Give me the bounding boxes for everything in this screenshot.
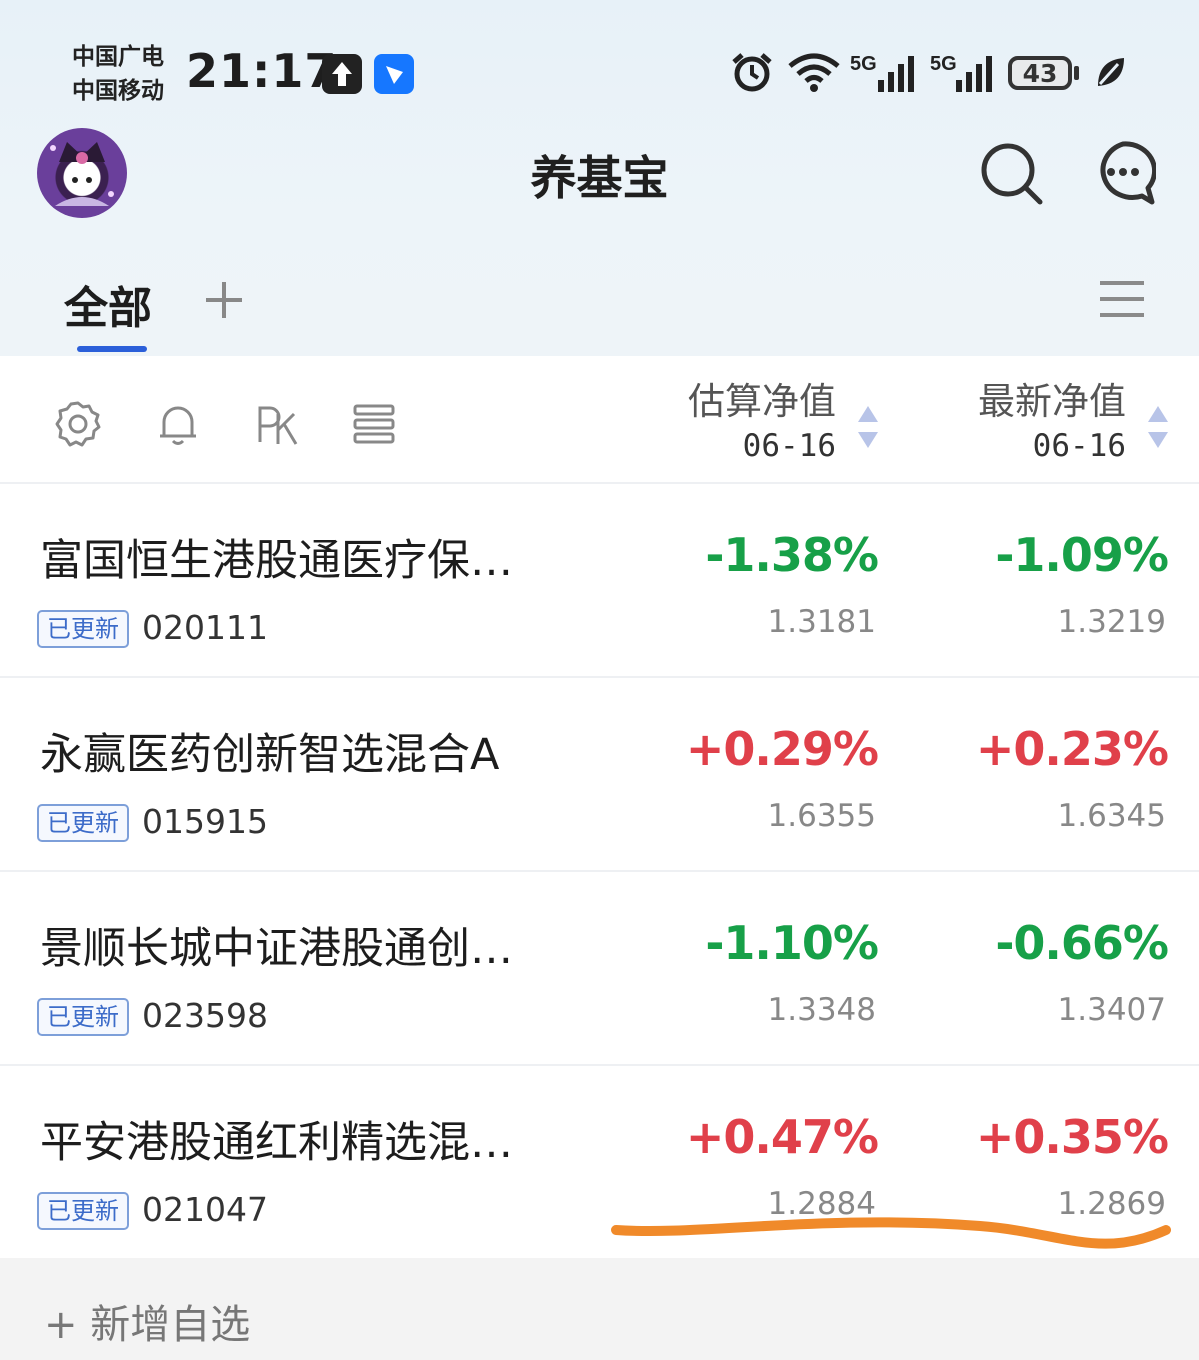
- fund-name: 永赢医药创新智选混合A: [40, 730, 500, 780]
- col-estimated-date: 06-16: [742, 428, 836, 464]
- col-latest-date: 06-16: [1032, 428, 1126, 464]
- fund-row[interactable]: 景顺长城中证港股通创… 已更新 023598 -1.10% 1.3348 -0.…: [0, 872, 1199, 1066]
- latest-nav: 1.2869: [1057, 1186, 1166, 1222]
- latest-change: -1.09%: [995, 528, 1169, 582]
- updated-badge: 已更新: [37, 804, 129, 842]
- net-label-2: 5G: [930, 53, 957, 75]
- message-icon[interactable]: [1090, 140, 1156, 206]
- fund-row[interactable]: 平安港股通红利精选混… 已更新 021047 +0.47% 1.2884 +0.…: [0, 1066, 1199, 1258]
- alipay-icon: [374, 54, 414, 94]
- tab-active-indicator: [77, 346, 147, 352]
- signal-icon-2: 5G: [930, 53, 992, 92]
- leaf-icon: [1098, 58, 1124, 86]
- upload-icon: [322, 54, 362, 94]
- fund-name: 平安港股通红利精选混…: [40, 1118, 513, 1168]
- settings-icon[interactable]: [54, 400, 102, 448]
- latest-nav: 1.6345: [1057, 798, 1166, 834]
- plus-icon[interactable]: [204, 280, 244, 320]
- carrier-line2: 中国移动: [72, 78, 164, 104]
- fund-code: 023598: [142, 996, 268, 1035]
- updated-badge: 已更新: [37, 610, 129, 648]
- tab-all[interactable]: 全部: [64, 272, 152, 336]
- latest-change: -0.66%: [995, 916, 1169, 970]
- col-latest-title: 最新净值: [978, 380, 1126, 423]
- sort-arrows-icon[interactable]: [1147, 404, 1169, 450]
- estimated-change: +0.47%: [685, 1110, 879, 1164]
- sort-arrows-icon[interactable]: [857, 404, 879, 450]
- add-watchlist-button[interactable]: + 新增自选: [44, 1292, 250, 1350]
- estimated-nav: 1.6355: [767, 798, 876, 834]
- fund-code: 021047: [142, 1190, 268, 1229]
- col-estimated-title: 估算净值: [688, 380, 836, 423]
- carrier-line1: 中国广电: [72, 44, 164, 70]
- column-header-latest[interactable]: 最新净值 06-16: [890, 378, 1126, 466]
- latest-nav: 1.3407: [1057, 992, 1166, 1028]
- bell-icon[interactable]: [154, 400, 202, 448]
- list-icon[interactable]: [350, 400, 398, 448]
- estimated-nav: 1.2884: [767, 1186, 876, 1222]
- battery-indicator: 43: [1008, 56, 1072, 90]
- alarm-icon: [732, 53, 772, 92]
- carrier-label: 中国广电 中国移动: [72, 40, 164, 108]
- updated-badge: 已更新: [37, 998, 129, 1036]
- estimated-change: -1.38%: [705, 528, 879, 582]
- latest-change: +0.35%: [975, 1110, 1169, 1164]
- signal-icon: 5G: [850, 53, 914, 92]
- latest-change: +0.23%: [975, 722, 1169, 776]
- battery-nub: [1074, 66, 1079, 80]
- fund-row[interactable]: 永赢医药创新智选混合A 已更新 015915 +0.29% 1.6355 +0.…: [0, 678, 1199, 872]
- fund-name: 富国恒生港股通医疗保…: [40, 536, 513, 586]
- fund-code: 020111: [142, 608, 268, 647]
- fund-name: 景顺长城中证港股通创…: [40, 924, 513, 974]
- fund-row[interactable]: 富国恒生港股通医疗保… 已更新 020111 -1.38% 1.3181 -1.…: [0, 484, 1199, 678]
- wifi-icon: [788, 53, 840, 92]
- column-header-estimated[interactable]: 估算净值 06-16: [600, 378, 836, 466]
- estimated-change: +0.29%: [685, 722, 879, 776]
- status-clock: 21:17: [186, 44, 338, 98]
- estimated-change: -1.10%: [705, 916, 879, 970]
- estimated-nav: 1.3348: [767, 992, 876, 1028]
- latest-nav: 1.3219: [1057, 604, 1166, 640]
- updated-badge: 已更新: [37, 1192, 129, 1230]
- fund-code: 015915: [142, 802, 268, 841]
- estimated-nav: 1.3181: [767, 604, 876, 640]
- pk-icon[interactable]: [254, 400, 302, 448]
- menu-icon[interactable]: [1098, 278, 1146, 320]
- net-label-1: 5G: [850, 53, 877, 75]
- search-icon[interactable]: [978, 140, 1044, 206]
